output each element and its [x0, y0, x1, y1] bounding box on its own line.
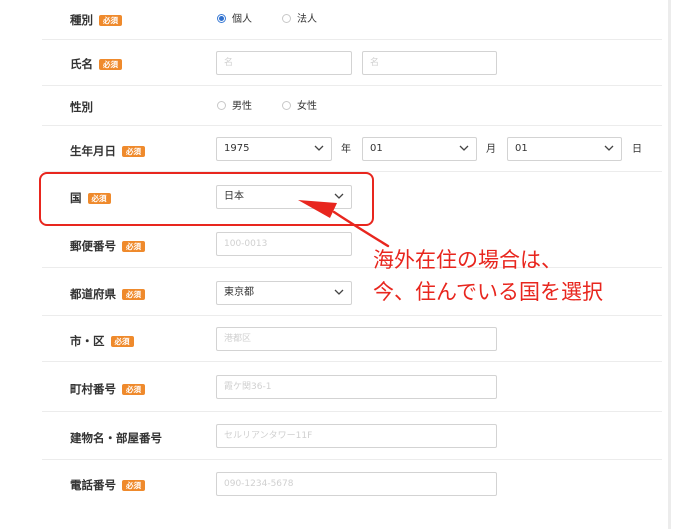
- required-badge: 必須: [122, 384, 145, 395]
- building-label: 建物名・部屋番号: [70, 431, 162, 445]
- required-badge: 必須: [122, 480, 145, 491]
- phone-label: 電話番号 必須: [70, 478, 145, 492]
- form-row-city: 市・区 必須 港都区: [42, 316, 662, 362]
- radio-icon: [282, 14, 291, 23]
- annotation-line-1: 海外在住の場合は、: [373, 248, 562, 272]
- form-row-gender: 性別 男性 女性: [42, 86, 662, 126]
- form-row-town: 町村番号 必須 霞ケ関36-1: [42, 362, 662, 412]
- city-label: 市・区 必須: [70, 334, 134, 348]
- form-row-phone: 電話番号 必須 090-1234-5678: [42, 460, 662, 510]
- chevron-down-icon: [314, 145, 324, 151]
- postal-code-input[interactable]: 100-0013: [216, 232, 352, 256]
- building-input[interactable]: セルリアンタワー11F: [216, 424, 497, 448]
- birth-year-select[interactable]: 1975: [216, 137, 332, 161]
- annotation-line-2: 今、住んでいる国を選択: [373, 280, 603, 304]
- form-row-type: 種別 必須 個人 法人: [42, 0, 662, 40]
- required-badge: 必須: [122, 146, 145, 157]
- phone-input[interactable]: 090-1234-5678: [216, 472, 497, 496]
- birth-day-select[interactable]: 01: [507, 137, 622, 161]
- chevron-down-icon: [334, 289, 344, 295]
- last-name-input[interactable]: 名: [216, 51, 352, 75]
- town-label: 町村番号 必須: [70, 382, 145, 396]
- type-option-individual[interactable]: 個人: [217, 14, 252, 26]
- required-badge: 必須: [122, 241, 145, 252]
- gender-label: 性別: [70, 100, 93, 114]
- chevron-down-icon: [459, 145, 469, 151]
- month-unit: 月: [486, 144, 496, 155]
- required-badge: 必須: [99, 15, 122, 26]
- country-highlight-box: [39, 172, 374, 226]
- radio-icon: [217, 101, 226, 110]
- prefecture-select[interactable]: 東京都: [216, 281, 352, 305]
- required-badge: 必須: [110, 336, 134, 347]
- form-row-building: 建物名・部屋番号 セルリアンタワー11F: [42, 412, 662, 460]
- radio-selected-icon: [217, 14, 226, 23]
- scrollbar[interactable]: [668, 0, 671, 529]
- type-label: 種別 必須: [70, 13, 122, 27]
- first-name-input[interactable]: 名: [362, 51, 497, 75]
- town-input[interactable]: 霞ケ関36-1: [216, 375, 497, 399]
- form-row-postal: 郵便番号 必須 100-0013: [42, 222, 662, 268]
- birth-month-select[interactable]: 01: [362, 137, 477, 161]
- form-row-birthdate: 生年月日 必須 1975 年 01 月 01 日: [42, 126, 662, 172]
- chevron-down-icon: [604, 145, 614, 151]
- postal-label: 郵便番号 必須: [70, 239, 145, 253]
- day-unit: 日: [632, 144, 642, 155]
- type-option-corporate[interactable]: 法人: [282, 14, 317, 26]
- city-input[interactable]: 港都区: [216, 327, 497, 351]
- birthdate-label: 生年月日 必須: [70, 144, 145, 158]
- gender-option-male[interactable]: 男性: [217, 101, 252, 113]
- gender-option-female[interactable]: 女性: [282, 101, 317, 113]
- name-label: 氏名 必須: [70, 57, 122, 71]
- required-badge: 必須: [99, 59, 122, 70]
- prefecture-label: 都道府県 必須: [70, 287, 145, 301]
- form-row-name: 氏名 必須 名 名: [42, 40, 662, 86]
- year-unit: 年: [341, 144, 351, 155]
- required-badge: 必須: [122, 289, 145, 300]
- radio-icon: [282, 101, 291, 110]
